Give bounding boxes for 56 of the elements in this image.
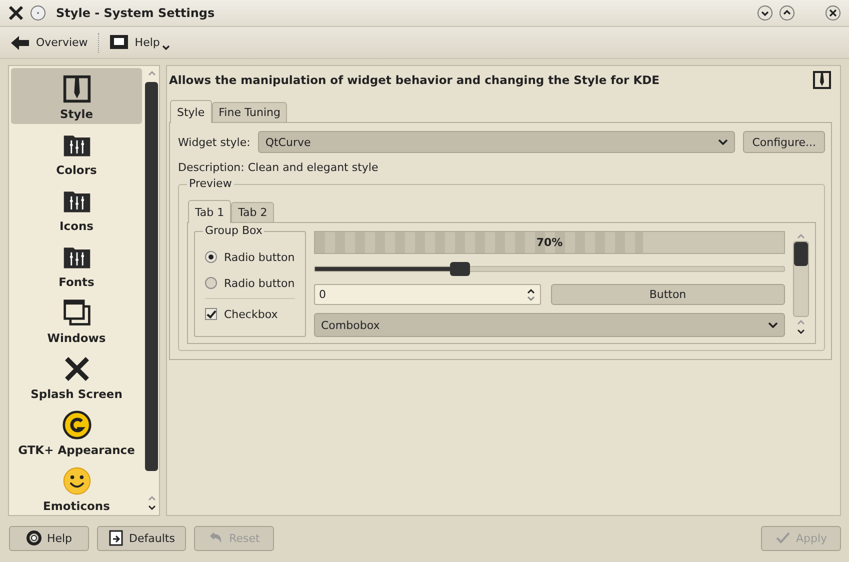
dropdown-caret-icon <box>718 139 728 145</box>
tie-icon <box>62 74 92 104</box>
slider[interactable] <box>314 262 785 276</box>
spin-arrows-icon[interactable] <box>526 288 536 302</box>
preview-title: Preview <box>187 177 234 190</box>
radio-button[interactable] <box>205 277 217 289</box>
caret-icon <box>162 44 170 50</box>
tab[interactable]: Fine Tuning <box>212 102 288 122</box>
tab[interactable]: Tab 1 <box>188 200 232 223</box>
preview-button[interactable]: Button <box>550 284 785 305</box>
sidebar-item[interactable]: Colors <box>11 124 142 180</box>
dropdown-caret-icon <box>768 322 778 328</box>
checkbox-label[interactable]: Checkbox <box>224 308 278 320</box>
overview-button[interactable]: Overview <box>6 30 92 54</box>
gtk-logo-icon <box>62 410 92 440</box>
sidebar-item[interactable]: Icons <box>11 180 142 236</box>
configure-button[interactable]: Configure... <box>743 131 825 153</box>
scroll-down-icon[interactable] <box>796 329 806 335</box>
close-icon[interactable] <box>825 5 841 21</box>
sidebar-item[interactable]: GTK+ Appearance <box>11 404 142 460</box>
combobox[interactable]: Combobox <box>314 313 785 337</box>
defaults-button[interactable]: Defaults <box>97 526 186 550</box>
widget-style-label: Widget style: <box>178 136 250 148</box>
help-button[interactable]: Help <box>9 526 89 550</box>
radio-label[interactable]: Radio button <box>224 276 295 290</box>
sidebar-item[interactable]: Splash Screen <box>11 348 142 404</box>
description-text: Description: Clean and elegant style <box>178 161 380 174</box>
group-box-title: Group Box <box>203 224 264 237</box>
slider-handle[interactable] <box>450 262 470 276</box>
tools-icon <box>8 5 24 21</box>
sidebar-item[interactable]: Fonts <box>11 236 142 292</box>
radio-button[interactable] <box>205 251 217 263</box>
tab[interactable]: Tab 2 <box>231 202 274 222</box>
window-title: Style - System Settings <box>56 6 215 20</box>
widget-style-dropdown[interactable]: QtCurve <box>258 131 736 153</box>
windows-icon <box>62 298 92 328</box>
sidebar-item[interactable]: Windows <box>11 292 142 348</box>
help-menu-button[interactable]: Help <box>104 30 174 54</box>
scroll-down-icon[interactable] <box>146 505 156 511</box>
maximize-icon[interactable] <box>779 5 795 21</box>
smiley-icon <box>62 466 92 496</box>
lifebuoy-icon <box>26 530 42 546</box>
sidebar-item[interactable]: Emoticons <box>11 460 142 515</box>
checkmark-icon <box>774 530 791 546</box>
progress-text: 70% <box>536 236 563 249</box>
scrollbar-thumb[interactable] <box>145 82 158 471</box>
pin-button-icon[interactable] <box>30 5 46 21</box>
sidebar-item[interactable]: Style <box>11 68 142 124</box>
radio-label[interactable]: Radio button <box>224 250 295 264</box>
scrollbar-thumb[interactable] <box>794 242 808 266</box>
spin-box[interactable]: 0 <box>314 284 540 305</box>
tie-icon <box>812 70 832 90</box>
checkbox[interactable] <box>205 308 217 320</box>
tab[interactable]: Style <box>170 100 212 123</box>
minimize-icon[interactable] <box>757 5 773 21</box>
module-description: Allows the manipulation of widget behavior and changing the Style for KDE <box>169 73 660 87</box>
